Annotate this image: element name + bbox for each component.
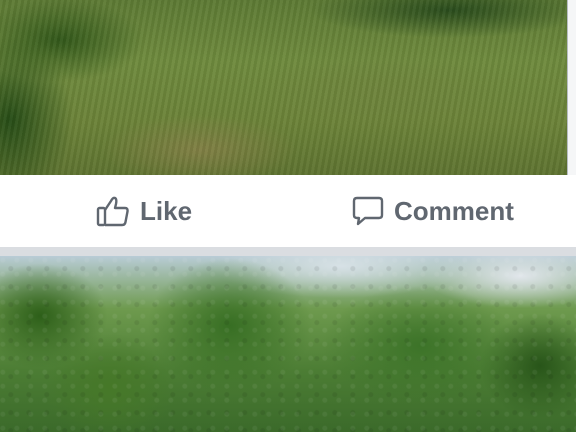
thumbs-up-icon bbox=[96, 195, 130, 227]
post-divider bbox=[0, 247, 576, 256]
like-button[interactable]: Like bbox=[96, 189, 192, 233]
comment-button[interactable]: Comment bbox=[352, 189, 514, 233]
comment-label: Comment bbox=[394, 195, 514, 226]
post-photo-field[interactable] bbox=[0, 0, 576, 175]
speech-bubble-icon bbox=[352, 195, 384, 227]
like-label: Like bbox=[140, 195, 193, 226]
post-action-bar: Like Comment bbox=[0, 175, 576, 247]
post-photo-trees[interactable] bbox=[0, 256, 576, 432]
